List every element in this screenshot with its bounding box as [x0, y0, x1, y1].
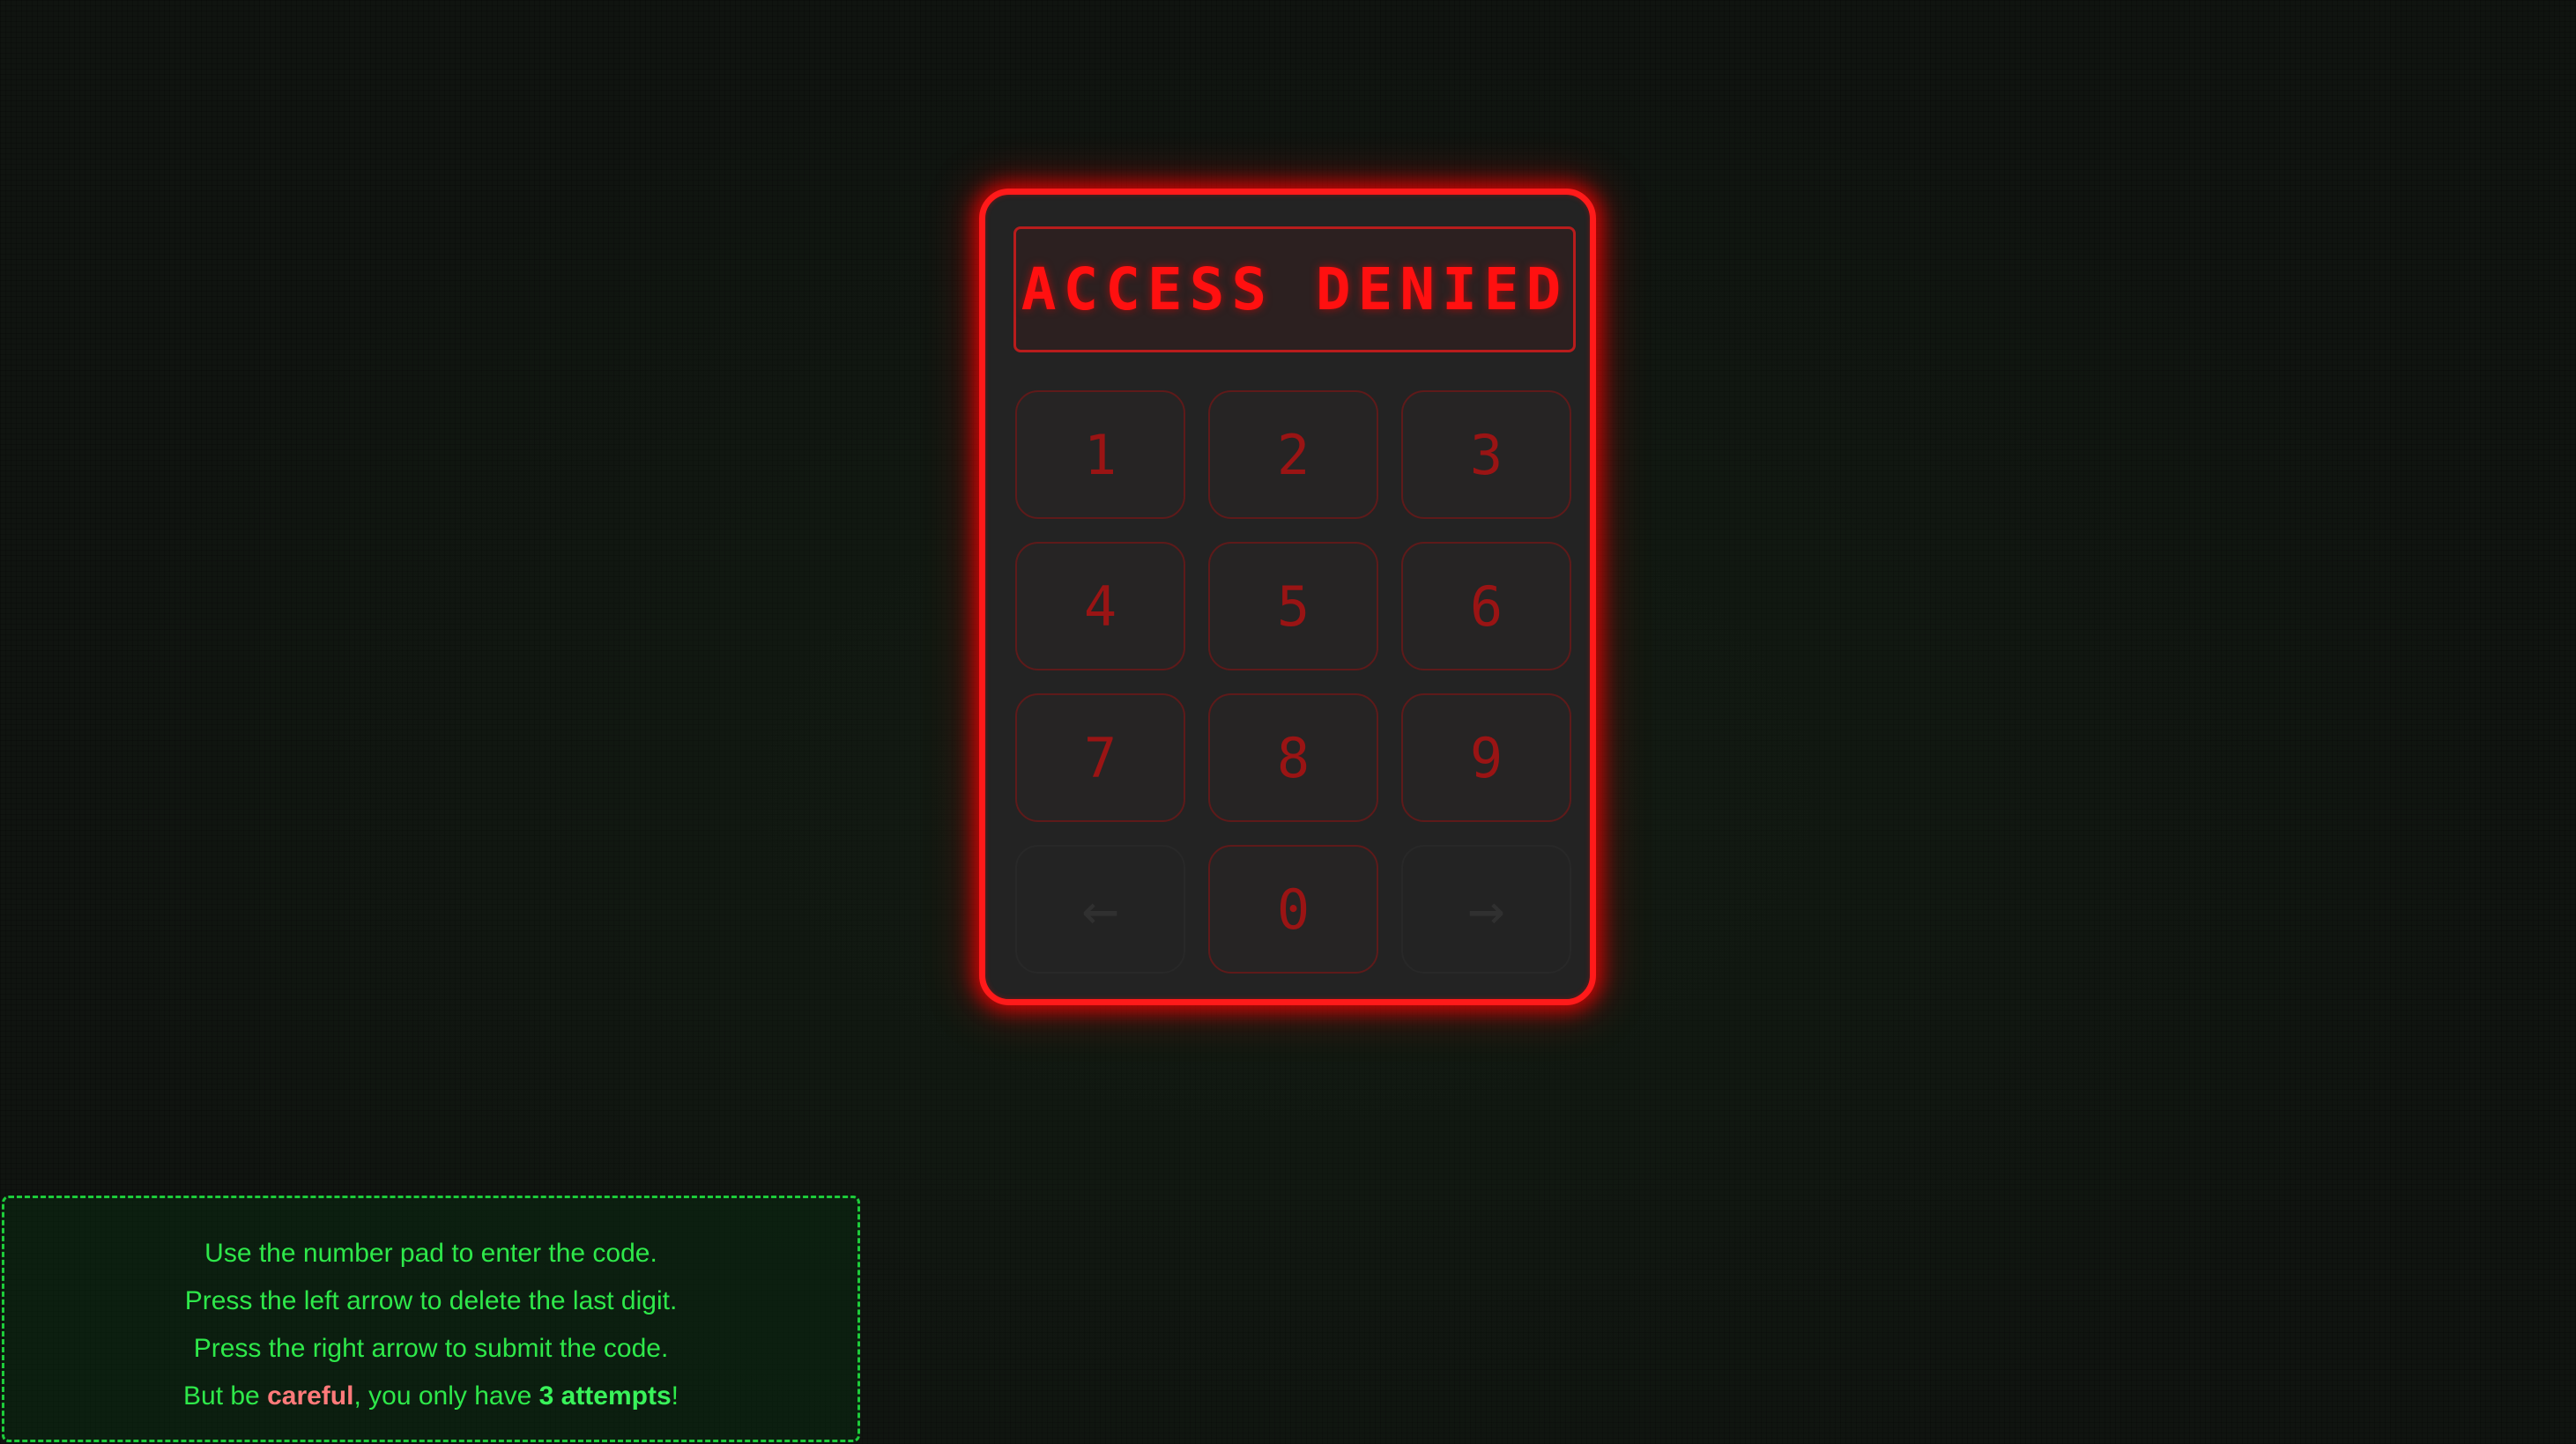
careful-emphasis: careful	[267, 1381, 354, 1411]
status-display: ACCESS DENIED	[1013, 226, 1576, 352]
instruction-line-1: Use the number pad to enter the code.	[204, 1239, 657, 1268]
attempts-count: 3 attempts	[538, 1381, 672, 1411]
key-5[interactable]: 5	[1208, 542, 1378, 670]
key-0[interactable]: 0	[1208, 845, 1378, 974]
warning-suffix: !	[671, 1381, 679, 1411]
key-1[interactable]: 1	[1015, 390, 1185, 519]
instruction-line-2: Press the left arrow to delete the last …	[184, 1286, 678, 1315]
key-4[interactable]: 4	[1015, 542, 1185, 670]
key-3[interactable]: 3	[1401, 390, 1571, 519]
key-9[interactable]: 9	[1401, 693, 1571, 822]
warning-middle: , you only have	[353, 1381, 539, 1411]
key-2[interactable]: 2	[1208, 390, 1378, 519]
instruction-line-3: Press the right arrow to submit the code…	[193, 1334, 669, 1363]
left-arrow-icon: ←	[1081, 873, 1119, 945]
key-7[interactable]: 7	[1015, 693, 1185, 822]
key-6[interactable]: 6	[1401, 542, 1571, 670]
keypad-panel: ACCESS DENIED 1 2 3 4 5 6 7 8 9 ← 0 →	[979, 189, 1596, 1005]
key-8[interactable]: 8	[1208, 693, 1378, 822]
submit-button[interactable]: →	[1401, 845, 1571, 974]
instructions-panel: Use the number pad to enter the code. Pr…	[2, 1196, 860, 1442]
status-text: ACCESS DENIED	[1021, 255, 1569, 323]
instruction-line-4: But be careful, you only have 3 attempts…	[4, 1373, 857, 1420]
delete-button[interactable]: ←	[1015, 845, 1185, 974]
right-arrow-icon: →	[1467, 873, 1505, 945]
warning-prefix: But be	[183, 1381, 268, 1411]
